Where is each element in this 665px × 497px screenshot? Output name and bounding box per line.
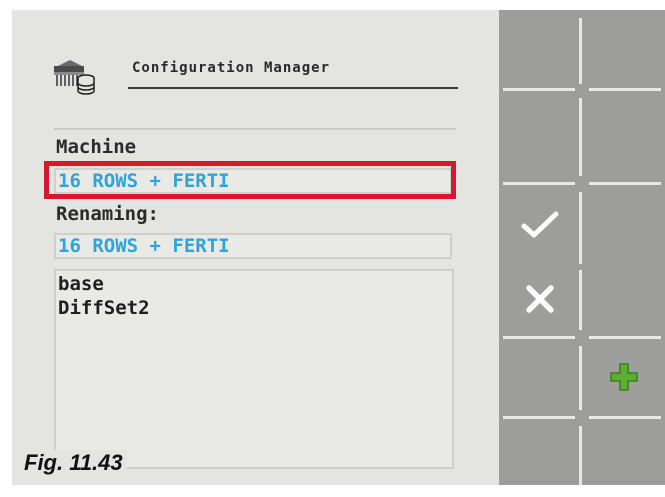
cancel-button[interactable] — [501, 260, 579, 338]
softkey-divider — [503, 416, 575, 419]
softkey-divider — [579, 192, 582, 264]
renaming-value: 16 ROWS + FERTI — [58, 235, 230, 257]
plus-icon — [610, 363, 638, 391]
main-panel: Configuration Manager Machine 16 ROWS + … — [12, 10, 499, 485]
softkey-divider — [503, 88, 575, 91]
figure-label: Fig. 11.43 — [20, 450, 127, 476]
seed-drill-database-icon — [54, 60, 95, 95]
softkey-divider — [579, 426, 582, 485]
section-divider — [54, 128, 456, 130]
softkey-divider — [503, 182, 575, 185]
cross-icon — [526, 285, 554, 313]
softkey-divider — [579, 98, 582, 176]
list-item[interactable]: DiffSet2 — [58, 297, 150, 319]
machine-label: Machine — [56, 136, 137, 158]
softkey-divider — [589, 88, 661, 91]
configuration-list[interactable]: base DiffSet2 — [54, 269, 454, 469]
list-item[interactable]: base — [58, 273, 104, 295]
selection-highlight — [44, 161, 456, 199]
softkey-bar — [499, 10, 665, 485]
softkey-divider — [579, 270, 582, 330]
softkey-divider — [589, 182, 661, 185]
softkey-divider — [579, 346, 582, 410]
confirm-button[interactable] — [501, 186, 579, 264]
add-button[interactable] — [585, 338, 663, 416]
checkmark-icon — [521, 211, 559, 238]
terminal-screen: Configuration Manager Machine 16 ROWS + … — [12, 10, 665, 485]
softkey-divider — [589, 416, 661, 419]
renaming-label: Renaming: — [56, 203, 159, 225]
renaming-input[interactable]: 16 ROWS + FERTI — [54, 233, 452, 259]
softkey-divider — [579, 18, 582, 84]
title-divider — [128, 87, 458, 89]
page-title: Configuration Manager — [132, 60, 331, 76]
